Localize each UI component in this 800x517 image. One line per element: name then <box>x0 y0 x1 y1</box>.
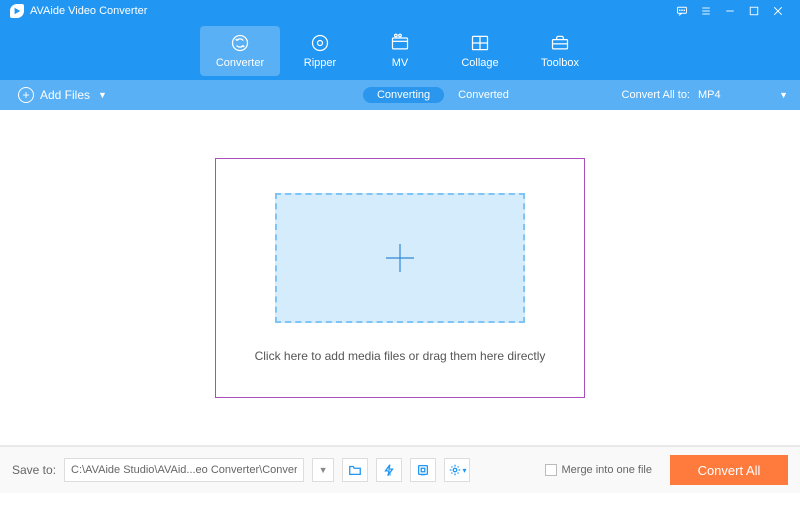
nav-label: Converter <box>216 57 264 69</box>
app-logo-icon <box>10 4 24 18</box>
nav-ripper[interactable]: Ripper <box>280 26 360 76</box>
main-navbar: Converter Ripper MV Collage Toolbox <box>0 22 800 80</box>
gpu-icon[interactable]: on <box>410 458 436 482</box>
nav-label: Ripper <box>304 57 336 69</box>
nav-label: Collage <box>461 57 498 69</box>
open-folder-icon[interactable] <box>342 458 368 482</box>
minimize-icon[interactable] <box>718 0 742 22</box>
save-to-label: Save to: <box>12 463 56 477</box>
convert-all-to-label: Convert All to: <box>622 89 690 101</box>
add-files-label: Add Files <box>40 88 90 102</box>
action-bar: + Add Files ▼ Converting Converted Conve… <box>0 80 800 110</box>
plus-circle-icon: + <box>18 87 34 103</box>
convert-all-button[interactable]: Convert All <box>670 455 788 485</box>
conversion-tabs: Converting Converted <box>363 87 523 103</box>
lightning-icon[interactable]: off <box>376 458 402 482</box>
svg-text:off: off <box>387 473 391 477</box>
add-files-button[interactable]: + Add Files ▼ <box>12 85 113 105</box>
settings-icon[interactable]: ▾ <box>444 458 470 482</box>
tab-converted[interactable]: Converted <box>444 87 523 103</box>
convert-all-to-value: MP4 <box>698 89 721 101</box>
feedback-icon[interactable] <box>670 0 694 22</box>
menu-icon[interactable] <box>694 0 718 22</box>
content-area: Click here to add media files or drag th… <box>0 110 800 445</box>
save-path-dropdown[interactable]: ▼ <box>312 458 334 482</box>
convert-all-format-selector[interactable]: Convert All to: MP4 ▼ <box>622 89 788 101</box>
nav-mv[interactable]: MV <box>360 26 440 76</box>
chevron-down-icon: ▼ <box>98 90 107 100</box>
close-icon[interactable] <box>766 0 790 22</box>
maximize-icon[interactable] <box>742 0 766 22</box>
drop-zone-inner <box>275 193 525 323</box>
svg-text:on: on <box>421 473 425 477</box>
tab-converting[interactable]: Converting <box>363 87 444 103</box>
plus-icon <box>380 238 420 278</box>
drop-zone[interactable]: Click here to add media files or drag th… <box>215 158 585 398</box>
drop-zone-text: Click here to add media files or drag th… <box>255 349 546 363</box>
nav-collage[interactable]: Collage <box>440 26 520 76</box>
nav-converter[interactable]: Converter <box>200 26 280 76</box>
merge-checkbox[interactable]: Merge into one file <box>545 464 653 476</box>
save-path-input[interactable] <box>64 458 304 482</box>
bottom-spacer <box>0 493 800 517</box>
bottom-bar: Save to: ▼ off on ▾ Merge into one file … <box>0 445 800 493</box>
chevron-down-icon: ▼ <box>779 90 788 100</box>
nav-toolbox[interactable]: Toolbox <box>520 26 600 76</box>
merge-label: Merge into one file <box>562 464 653 476</box>
nav-label: MV <box>392 57 409 69</box>
nav-label: Toolbox <box>541 57 579 69</box>
app-title: AVAide Video Converter <box>30 5 147 17</box>
titlebar: AVAide Video Converter <box>0 0 800 22</box>
checkbox-icon <box>545 464 557 476</box>
